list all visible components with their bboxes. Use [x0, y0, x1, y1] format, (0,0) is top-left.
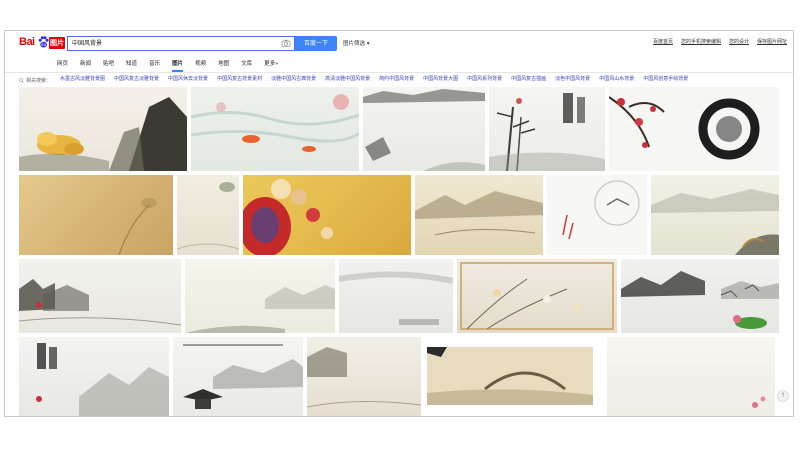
cranes-lotus-image: [621, 271, 779, 329]
related-item[interactable]: 中国风复古背景素材: [217, 75, 262, 85]
baidu-logo[interactable]: Bai du 图片: [19, 36, 65, 51]
logo-tupian-badge: 图片: [49, 37, 65, 49]
related-item[interactable]: 中国风休去淡背景: [168, 75, 208, 85]
top-links: 百度首页 您的手机搜索编辑 您的设计 保存图片网址: [653, 38, 787, 45]
image-thumbnail[interactable]: [489, 87, 605, 171]
pavilion-mountain-image: [307, 347, 421, 408]
lotus-leaf-image: [177, 182, 239, 250]
image-row: [19, 259, 779, 333]
koi-fish-pond-image: [191, 94, 359, 152]
orchid-frame-image: [460, 262, 614, 330]
ink-rocks-image: [363, 89, 485, 171]
peony-vase-gold-image: [243, 179, 333, 255]
related-item[interactable]: 淡雅中国风古典背景: [271, 75, 316, 85]
image-thumbnail[interactable]: [19, 87, 187, 171]
link-mobile-search[interactable]: 您的手机搜索编辑: [681, 38, 721, 45]
tab-music[interactable]: 音乐: [149, 57, 160, 71]
paw-icon: du: [38, 36, 49, 48]
image-thumbnail[interactable]: [339, 259, 453, 333]
related-item[interactable]: 中国风创意手绘背景: [643, 75, 688, 85]
image-thumbnail[interactable]: [19, 175, 173, 255]
tab-web[interactable]: 网页: [57, 57, 68, 71]
link-save-image-url[interactable]: 保存图片网址: [757, 38, 787, 45]
browser-frame: Bai du 图片 中国风背景 百度一下 图片筛选 ▾ 百度首页 您的手机搜索编…: [4, 30, 794, 417]
image-thumbnail[interactable]: [363, 87, 485, 171]
bridge-ink-painting-image: [427, 347, 593, 405]
related-item[interactable]: 中国风背景大图: [423, 75, 458, 85]
category-tabs: 网页 新闻 贴吧 知道 音乐 图片 视频 地图 文库 更多»: [57, 57, 279, 72]
fan-landscape-image: [651, 189, 779, 255]
image-thumbnail[interactable]: [191, 87, 359, 171]
search-button[interactable]: 百度一下: [295, 36, 337, 51]
image-thumbnail[interactable]: [609, 87, 779, 171]
image-row: [19, 337, 779, 416]
related-item[interactable]: 水墨古风淡雅背景图: [60, 75, 105, 85]
tab-images[interactable]: 图片: [172, 57, 184, 72]
nav-divider: [5, 72, 793, 73]
village-ink-image: [19, 279, 181, 326]
pavilion-mist-image: [339, 271, 453, 325]
related-item[interactable]: 中国风复古插画: [511, 75, 546, 85]
image-thumbnail[interactable]: [547, 175, 647, 255]
svg-text:du: du: [41, 42, 47, 47]
ink-mountain-flowers-image: [19, 97, 187, 171]
image-thumbnail[interactable]: [307, 337, 421, 416]
image-thumbnail[interactable]: [177, 175, 239, 255]
tab-zhidao[interactable]: 知道: [126, 57, 137, 71]
image-thumbnail[interactable]: [173, 337, 303, 416]
image-thumbnail[interactable]: [607, 337, 775, 416]
chevron-down-icon: ▾: [366, 41, 370, 47]
link-baidu-home[interactable]: 百度首页: [653, 38, 673, 45]
image-row: [19, 87, 779, 171]
image-results-grid: [19, 87, 779, 416]
ink-circle-frame-image: [562, 180, 640, 240]
sepia-mountains-image: [415, 191, 543, 236]
image-row: [19, 175, 779, 255]
image-thumbnail[interactable]: [621, 259, 779, 333]
tab-more[interactable]: 更多»: [264, 57, 278, 71]
image-thumbnail[interactable]: [19, 259, 181, 333]
calligraphy-mountains-image: [36, 343, 169, 416]
related-item[interactable]: 高清淡雅中国风背景: [325, 75, 370, 85]
image-thumbnail[interactable]: [457, 259, 617, 333]
image-thumbnail[interactable]: [425, 337, 595, 416]
related-item[interactable]: 中国风系列背景: [467, 75, 502, 85]
tab-tieba[interactable]: 贴吧: [103, 57, 114, 71]
search-icon: [19, 77, 24, 83]
aged-paper-image: [118, 198, 157, 255]
related-label: 相关搜索：: [19, 75, 51, 85]
link-my-design[interactable]: 您的设计: [729, 38, 749, 45]
image-thumbnail[interactable]: [19, 337, 169, 416]
bamboo-calligraphy-image: [489, 93, 605, 171]
tab-news[interactable]: 新闻: [80, 57, 91, 71]
plum-blossom-ink-circle-image: [609, 96, 760, 160]
image-filter-label: 图片筛选: [343, 41, 366, 47]
related-item[interactable]: 淡色中国风背景: [555, 75, 590, 85]
search-header: Bai du 图片 中国风背景 百度一下 图片筛选 ▾ 百度首页 您的手机搜索编…: [5, 31, 793, 55]
camera-icon[interactable]: [281, 38, 291, 48]
related-searches: 相关搜索： 水墨古风淡雅背景图 中国风复古淡雅背景 中国风休去淡背景 中国风复古…: [19, 75, 688, 85]
related-item[interactable]: 中国风复古淡雅背景: [114, 75, 159, 85]
related-item[interactable]: 简约中国风背景: [379, 75, 414, 85]
misty-mountains-image: [185, 285, 335, 333]
logo-bai-text: Bai: [19, 36, 35, 48]
plain-paper-image: [752, 396, 766, 408]
pavilion-poem-image: [183, 344, 303, 409]
related-item[interactable]: 中国风山水背景: [599, 75, 634, 85]
image-thumbnail[interactable]: [415, 175, 543, 255]
search-input[interactable]: 中国风背景: [67, 36, 295, 51]
image-thumbnail[interactable]: [243, 175, 411, 255]
image-filter-dropdown[interactable]: 图片筛选 ▾: [343, 39, 370, 47]
tab-map[interactable]: 地图: [218, 57, 229, 71]
image-thumbnail[interactable]: [185, 259, 335, 333]
scroll-top-icon[interactable]: ↑: [777, 390, 789, 402]
image-thumbnail[interactable]: [651, 175, 779, 255]
tab-video[interactable]: 视频: [195, 57, 206, 71]
tab-wenku[interactable]: 文库: [241, 57, 252, 71]
